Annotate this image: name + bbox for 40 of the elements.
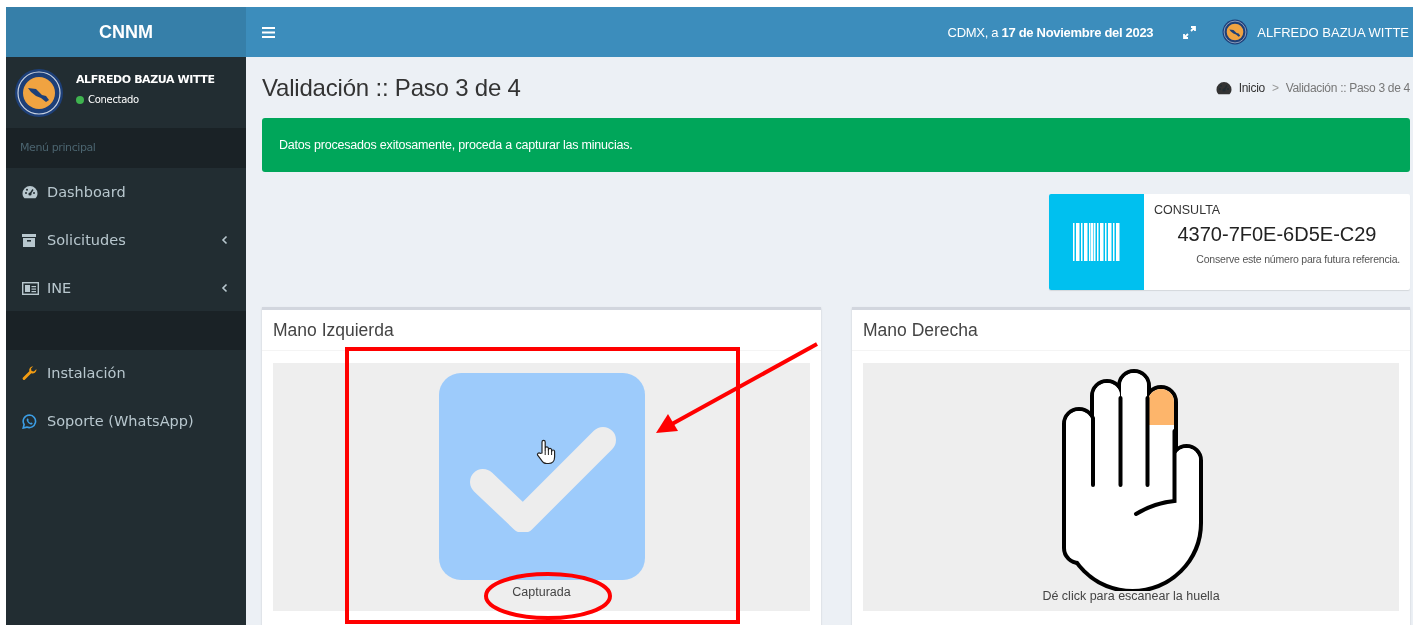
hand-cursor-icon	[535, 439, 556, 465]
user-avatar-icon	[1222, 19, 1249, 45]
barcode-icon	[1072, 223, 1121, 261]
dashboard-icon	[22, 185, 38, 199]
sidebar-item[interactable]: Instalación	[6, 349, 246, 397]
brand-title[interactable]: CNNM	[6, 7, 246, 57]
whatsapp-icon	[22, 413, 37, 429]
menu-section-header: Menú principal	[6, 128, 246, 168]
breadcrumb-current: Validación :: Paso 3 de 4	[1285, 80, 1410, 95]
captured-check-tile[interactable]	[438, 373, 645, 580]
page-title: Validación :: Paso 3 de 4	[262, 73, 522, 102]
user-name[interactable]: ALFREDO BAZUA WITTE	[1257, 24, 1409, 40]
user-status: Conectado	[88, 94, 139, 105]
user-name: ALFREDO BAZUA WITTE	[76, 73, 215, 86]
reference-number: 4370-7F0E-6D5E-C29	[1177, 223, 1377, 246]
archive-box-icon	[22, 233, 36, 247]
menu-icon[interactable]	[262, 26, 275, 38]
success-alert: Datos procesados exitosamente, proceda a capturar las minucias.	[262, 118, 1410, 172]
hand-drawing[interactable]	[1061, 369, 1203, 591]
sidebar-item[interactable]: Soporte (WhatsApp)	[6, 397, 246, 445]
scan-caption: Dé click para escanear la huella	[1042, 589, 1220, 603]
date-text: CDMX, a 17 de Noviembre del 2023	[947, 24, 1154, 40]
dashboard-icon	[1215, 80, 1232, 95]
sidebar-item[interactable]: Solicitudes	[6, 216, 246, 264]
scan-area[interactable]: Dé click para escanear la huella	[863, 363, 1399, 611]
card-title: Mano Izquierda	[273, 319, 394, 341]
id-card-icon	[22, 281, 39, 295]
online-status-icon	[76, 95, 84, 104]
breadcrumb-link[interactable]: Inicio	[1238, 80, 1265, 95]
breadcrumb-separator: >	[1271, 80, 1279, 95]
info-label: CONSULTA	[1154, 203, 1222, 217]
info-note: Conserve este número para futura referencia.	[1196, 253, 1400, 265]
expand-icon[interactable]	[1183, 25, 1197, 39]
scan-area[interactable]: Capturada	[273, 363, 810, 611]
scan-caption: Capturada	[512, 585, 571, 599]
user-avatar-icon	[14, 68, 64, 118]
wrench-icon	[22, 365, 37, 381]
sidebar-item[interactable]: Dashboard	[6, 168, 246, 216]
sidebar-item[interactable]: INE	[6, 264, 246, 312]
card-title: Mano Derecha	[863, 319, 978, 341]
